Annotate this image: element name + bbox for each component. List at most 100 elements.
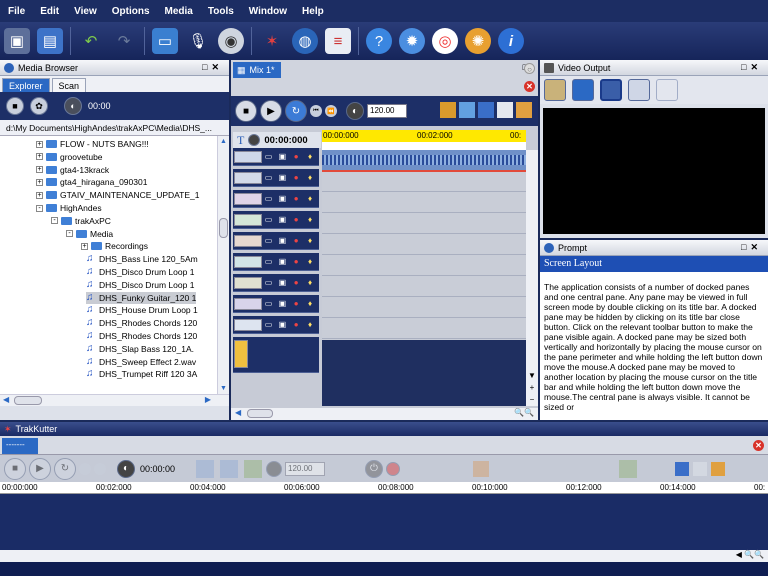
paste-icon[interactable] xyxy=(516,102,532,118)
tree-folder[interactable]: + gta4_hiragana_090301 xyxy=(36,176,147,188)
record-icon[interactable]: ● xyxy=(291,194,301,204)
waveform-icon[interactable] xyxy=(196,459,214,478)
monitor-icon[interactable]: ▭ xyxy=(152,28,178,54)
insert-icon[interactable] xyxy=(478,102,494,118)
master-meter[interactable] xyxy=(234,340,248,368)
track-header[interactable]: ▭ ▣ ● ♦ xyxy=(233,211,319,229)
tab-explorer[interactable]: Explorer xyxy=(2,78,50,92)
trakkutter-titlebar[interactable]: ✶ TrakKutter xyxy=(0,422,768,436)
scroll-up-icon[interactable]: ▲ xyxy=(220,138,227,145)
pin-icon[interactable]: ○ xyxy=(524,63,535,74)
menu-media[interactable]: Media xyxy=(165,6,193,17)
scroll-right-icon[interactable]: ▶ xyxy=(205,395,211,404)
record-icon[interactable]: ● xyxy=(291,152,301,162)
tree-horizontal-scrollbar[interactable]: ◀ ▶ xyxy=(0,394,229,406)
rewind-icon[interactable]: ⏮ xyxy=(310,105,322,117)
lock-icon[interactable]: ▣ xyxy=(277,257,287,267)
loop-button[interactable]: ↻ xyxy=(54,457,76,480)
zoom-controls[interactable]: ▼ + − xyxy=(526,370,538,406)
tree-folder[interactable]: + GTAIV_MAINTENANCE_UPDATE_1 xyxy=(36,189,200,201)
tool-icon[interactable] xyxy=(473,460,489,477)
power-icon[interactable]: ⏻ xyxy=(365,459,383,478)
track-lane[interactable] xyxy=(322,234,526,255)
network-icon[interactable]: ✹ xyxy=(399,28,425,54)
microphone-icon[interactable]: 🎙 xyxy=(185,28,211,54)
undo-icon[interactable]: ↶ xyxy=(78,28,104,54)
help-bubble-icon[interactable]: ? xyxy=(366,28,392,54)
tree-folder[interactable]: + Recordings xyxy=(81,240,148,252)
video-effects-icon[interactable] xyxy=(544,79,566,101)
collapse-icon[interactable]: - xyxy=(66,230,73,238)
close-trakkutter-icon[interactable]: ✕ xyxy=(753,440,764,451)
tree-file[interactable]: ♫ DHS_Disco Drum Loop 1 xyxy=(86,279,194,291)
record-icon[interactable]: ● xyxy=(291,236,301,246)
info-icon[interactable]: i xyxy=(498,28,524,54)
back-icon[interactable]: ⏪ xyxy=(325,105,337,117)
split-icon[interactable] xyxy=(244,459,262,478)
menu-help[interactable]: Help xyxy=(302,6,324,17)
open-folder-icon[interactable]: ▤ xyxy=(37,28,63,54)
rewind-icon[interactable] xyxy=(79,462,91,475)
monitor-icon[interactable]: ▭ xyxy=(264,173,274,183)
redo-icon[interactable]: ↷ xyxy=(111,28,137,54)
tempo-field[interactable]: 120.00 xyxy=(367,104,407,118)
record-icon[interactable]: ● xyxy=(291,278,301,288)
track-header[interactable]: ▭ ▣ ● ♦ xyxy=(233,169,319,187)
record-icon[interactable]: ● xyxy=(291,215,301,225)
track-meter[interactable] xyxy=(234,192,262,205)
add-track-icon[interactable] xyxy=(619,459,637,478)
tree-file[interactable]: ♫ DHS_Funky Guitar_120 1 xyxy=(86,291,197,304)
copy-icon[interactable] xyxy=(497,102,513,118)
expand-icon[interactable]: + xyxy=(36,140,43,148)
record-icon[interactable] xyxy=(386,461,400,476)
trakkutter-horizontal-scrollbar[interactable]: ◀ 🔍🔍 xyxy=(0,550,768,562)
stop-button[interactable]: ■ xyxy=(235,100,257,122)
master-track-header[interactable] xyxy=(233,337,319,373)
tab-mix-1[interactable]: ▦ Mix 1* xyxy=(233,62,281,78)
bulb-icon[interactable]: ♦ xyxy=(305,299,315,309)
bulb-icon[interactable]: ♦ xyxy=(305,236,315,246)
track-lane-audio[interactable] xyxy=(322,150,526,171)
tree-folder[interactable]: + groovetube xyxy=(36,151,103,163)
lock-icon[interactable]: ▣ xyxy=(277,320,287,330)
track-meter[interactable] xyxy=(234,318,262,331)
paste-icon[interactable] xyxy=(711,461,725,476)
record-icon[interactable]: ● xyxy=(291,173,301,183)
track-meter[interactable] xyxy=(234,234,262,247)
track-lane[interactable] xyxy=(322,297,526,318)
track-header[interactable]: ▭ ▣ ● ♦ xyxy=(233,274,319,292)
tempo-field[interactable]: 120.00 xyxy=(285,461,325,476)
track-header[interactable]: ▭ ▣ ● ♦ xyxy=(233,253,319,271)
gear-icon[interactable]: ✿ xyxy=(30,97,48,115)
media-browser-titlebar[interactable]: Media Browser □✕ xyxy=(0,60,229,76)
pane-controls[interactable]: □✕ xyxy=(741,62,762,73)
h-scroll-thumb[interactable] xyxy=(247,409,273,418)
track-lane[interactable] xyxy=(322,213,526,234)
menu-edit[interactable]: Edit xyxy=(40,6,59,17)
collapse-icon[interactable]: - xyxy=(51,217,58,225)
tree-file[interactable]: ♫ DHS_Bass Line 120_5Am xyxy=(86,253,198,265)
track-lane[interactable] xyxy=(322,318,526,339)
loop-button[interactable]: ↻ xyxy=(285,100,307,122)
mix-ruler[interactable]: 00:00:000 00:02:000 00: xyxy=(322,130,526,150)
scroll-down-icon[interactable]: ▼ xyxy=(220,385,227,392)
record-icon[interactable]: ● xyxy=(291,320,301,330)
mix-vertical-scrollbar[interactable]: ▼ + − xyxy=(526,150,538,406)
tree-file[interactable]: ♫ DHS_Rhodes Chords 120 xyxy=(86,330,197,342)
position-knob-icon[interactable]: ◐ xyxy=(117,459,135,478)
bulb-icon[interactable]: ♦ xyxy=(305,257,315,267)
video-output-titlebar[interactable]: Video Output □✕ xyxy=(540,60,768,76)
track-meter[interactable] xyxy=(234,213,262,226)
expand-icon[interactable]: + xyxy=(36,166,43,174)
track-lane[interactable] xyxy=(322,192,526,213)
star-burst-icon[interactable]: ✶ xyxy=(259,28,285,54)
tree-folder[interactable]: - trakAxPC xyxy=(51,215,111,227)
track-meter[interactable] xyxy=(234,255,262,268)
track-header[interactable]: ▭ ▣ ● ♦ xyxy=(233,316,319,334)
monitor-icon[interactable]: ▭ xyxy=(264,257,274,267)
track-header[interactable]: ▭ ▣ ● ♦ xyxy=(233,148,319,166)
monitor-icon[interactable]: ▭ xyxy=(264,278,274,288)
lifebuoy-icon[interactable]: ◎ xyxy=(432,28,458,54)
tree-file[interactable]: ♫ DHS_Slap Bass 120_1A. xyxy=(86,343,194,355)
prompt-body-container[interactable]: The application consists of a number of … xyxy=(540,272,768,420)
